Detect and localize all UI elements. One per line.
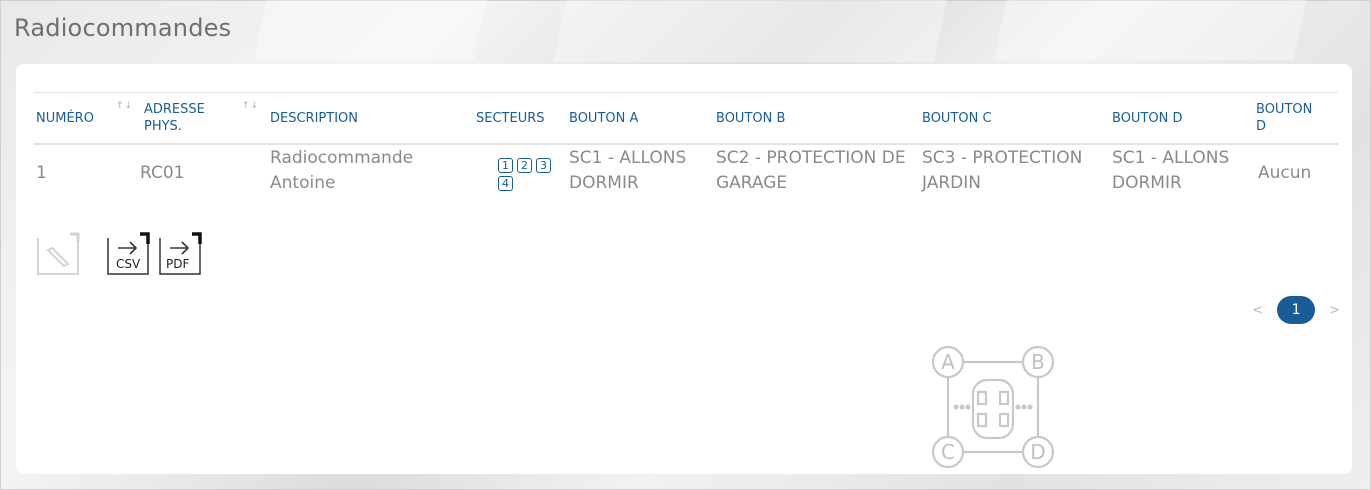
column-header-description: DESCRIPTION <box>270 110 358 126</box>
cell-numero: 1 <box>36 163 47 183</box>
sector-badge: 1 <box>498 158 513 173</box>
column-header-bouton-b: BOUTON B <box>716 110 786 126</box>
column-header-numero[interactable]: NUMÉRO <box>36 93 94 143</box>
column-header-adresse[interactable]: ADRESSE PHYS. <box>144 93 224 143</box>
export-csv-button[interactable]: CSV <box>104 230 152 278</box>
remote-label-a: A <box>941 350 955 374</box>
column-header-bouton-c: BOUTON C <box>922 110 992 126</box>
cell-bouton-c: SC3 - PROTECTION JARDIN <box>922 148 1083 193</box>
export-pdf-button[interactable]: PDF <box>156 230 204 278</box>
cell-adresse: RC01 <box>140 163 185 183</box>
background-panel <box>993 0 1307 60</box>
sector-badge: 4 <box>498 176 513 191</box>
remote-label-d: D <box>1030 440 1045 464</box>
sector-badge: 2 <box>517 158 532 173</box>
pagination-page-current[interactable]: 1 <box>1277 296 1316 324</box>
sector-badge: 3 <box>536 158 551 173</box>
pagination-next[interactable]: > <box>1329 303 1340 318</box>
cell-bouton-a: SC1 - ALLONS DORMIR <box>569 148 687 193</box>
content-card: NUMÉRO ↑↓ ADRESSE PHYS. ↑↓ DESCRIPTION S… <box>16 64 1352 474</box>
page-title: Radiocommandes <box>14 14 232 42</box>
column-header-bouton-d: BOUTON D <box>1112 110 1183 126</box>
sector-badges: 1 2 3 4 <box>498 158 554 191</box>
cell-bouton-d: SC1 - ALLONS DORMIR <box>1112 148 1230 193</box>
background-panel <box>253 0 487 60</box>
column-header-secteurs: SECTEURS <box>476 110 545 126</box>
csv-label: CSV <box>116 257 141 271</box>
table-actions: CSV PDF <box>34 230 204 278</box>
edit-button[interactable] <box>34 230 82 278</box>
remote-label-b: B <box>1031 350 1045 374</box>
remote-label-c: C <box>941 440 955 464</box>
cell-description: Radiocommande Antoine <box>270 148 414 193</box>
table-row[interactable]: 1 RC01 Radiocommande Antoine 1 2 3 4 SC1… <box>34 144 1338 202</box>
table-header: NUMÉRO ↑↓ ADRESSE PHYS. ↑↓ DESCRIPTION S… <box>34 92 1338 145</box>
pagination-prev[interactable]: < <box>1252 303 1263 318</box>
cell-bouton-b: SC2 - PROTECTION DE GARAGE <box>716 148 906 193</box>
pagination: < 1 > <box>1252 296 1340 324</box>
cell-bouton-d-2: Aucun <box>1258 163 1312 183</box>
edit-icon <box>37 232 80 275</box>
pdf-label: PDF <box>166 257 190 271</box>
remote-control-icon: A B C D <box>931 345 1055 469</box>
background-panel <box>553 0 947 62</box>
column-header-bouton-d-2: BOUTON D <box>1256 102 1313 134</box>
column-header-bouton-a: BOUTON A <box>569 110 639 126</box>
sort-icon[interactable]: ↑↓ <box>242 101 259 111</box>
sort-icon[interactable]: ↑↓ <box>116 101 133 111</box>
